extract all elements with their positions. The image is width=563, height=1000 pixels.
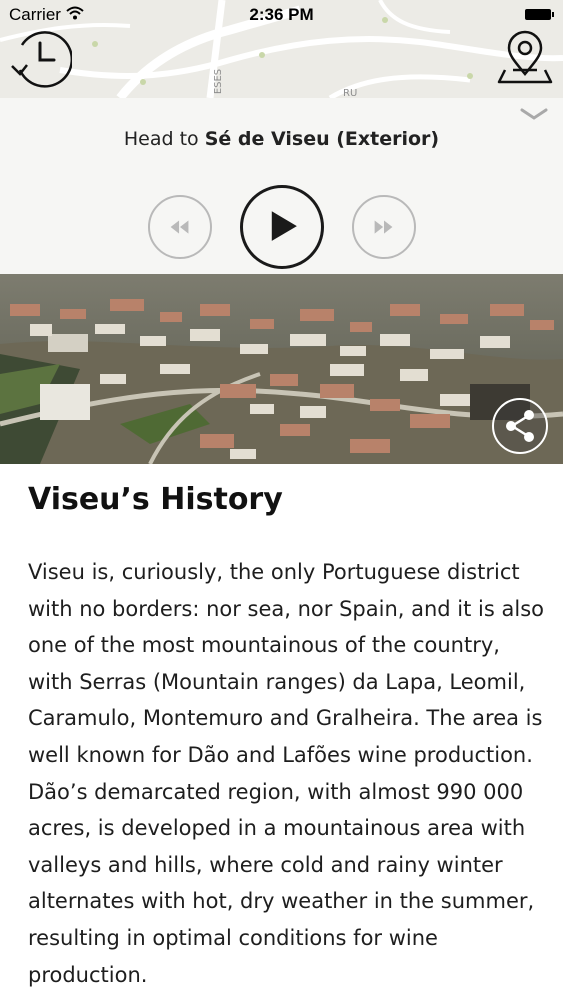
rewind-icon (170, 220, 189, 234)
rewind-button[interactable] (148, 195, 212, 259)
play-icon (271, 211, 297, 241)
clock-history-icon (11, 31, 74, 88)
audio-player-panel: Head to Sé de Viseu (Exterior) (0, 98, 563, 274)
status-bar: Carrier 2:36 PM (0, 0, 563, 30)
photo-illustration (0, 274, 563, 464)
head-to-prefix: Head to (123, 128, 199, 150)
directions-label: Head to Sé de Viseu (Exterior) (0, 128, 563, 150)
map-street-label: RU (343, 88, 358, 98)
destination-name: Sé de Viseu (Exterior) (204, 128, 440, 150)
history-button[interactable] (8, 30, 74, 88)
chevron-down-icon (520, 108, 548, 120)
share-button[interactable] (492, 398, 548, 454)
status-time: 2:36 PM (249, 5, 314, 24)
map-street-label: ESES (213, 68, 225, 95)
map-button[interactable] (495, 30, 555, 88)
fast-forward-button[interactable] (352, 195, 416, 259)
article-title: Viseu’s History (28, 482, 283, 517)
article-body: Viseu is, curiously, the only Portuguese… (28, 560, 544, 987)
battery-icon (525, 9, 554, 20)
fast-forward-icon (374, 220, 393, 234)
collapse-button[interactable] (519, 106, 549, 122)
city-aerial-photo (0, 274, 563, 464)
map-pin-icon (497, 30, 553, 84)
share-icon (506, 410, 534, 442)
play-button[interactable] (240, 185, 324, 269)
